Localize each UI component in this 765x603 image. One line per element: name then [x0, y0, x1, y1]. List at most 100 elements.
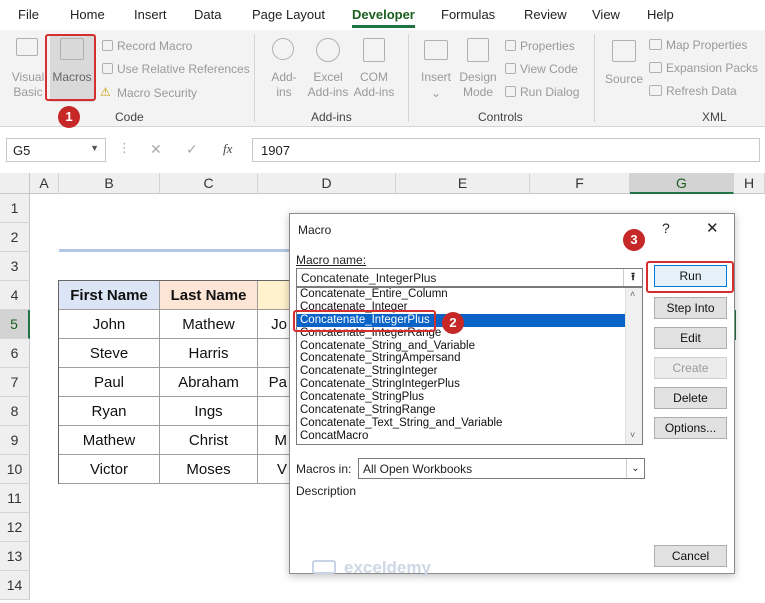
menu-data[interactable]: Data — [194, 7, 221, 22]
menu-review[interactable]: Review — [524, 7, 567, 22]
name-box[interactable]: G5 ▼ — [6, 138, 106, 162]
refresh-data-button[interactable]: Refresh Data — [666, 84, 737, 98]
com-add-ins-button[interactable]: COM Add-ins — [352, 36, 396, 102]
macro-list-item[interactable]: Concatenate_StringIntegerPlus — [297, 378, 642, 391]
insert-function-button[interactable]: fx — [223, 141, 232, 157]
column-header-d[interactable]: D — [258, 173, 396, 194]
macro-list-item[interactable]: Concatenate_Text_String_and_Variable — [297, 417, 642, 430]
chevron-down-icon[interactable]: ▼ — [90, 143, 99, 153]
menu-developer[interactable]: Developer — [352, 7, 415, 28]
row-header[interactable]: 5 — [0, 310, 30, 339]
delete-button[interactable]: Delete — [654, 387, 727, 409]
menu-formulas[interactable]: Formulas — [441, 7, 495, 22]
run-dialog-button[interactable]: Run Dialog — [520, 85, 579, 99]
row-header[interactable]: 8 — [0, 397, 30, 426]
table-header-last-name[interactable]: Last Name — [160, 281, 258, 310]
table-cell[interactable]: Moses — [160, 455, 258, 484]
table-cell[interactable]: Pa — [258, 368, 290, 397]
use-relative-references-button[interactable]: Use Relative References — [117, 62, 250, 76]
table-cell[interactable]: Steve — [59, 339, 160, 368]
row-header[interactable]: 7 — [0, 368, 30, 397]
table-cell[interactable]: Christ — [160, 426, 258, 455]
design-mode-button[interactable]: Design Mode — [456, 36, 500, 102]
row-header[interactable]: 3 — [0, 252, 30, 281]
table-header-first-name[interactable]: First Name — [59, 281, 160, 310]
table-cell[interactable]: Ings — [160, 397, 258, 426]
menu-page-layout[interactable]: Page Layout — [252, 7, 325, 22]
column-header-a[interactable]: A — [30, 173, 59, 194]
menu-home[interactable]: Home — [70, 7, 105, 22]
row-header[interactable]: 6 — [0, 339, 30, 368]
create-button[interactable]: Create — [654, 357, 727, 379]
macros-in-select[interactable]: All Open Workbooks ⌄ — [358, 458, 645, 479]
row-header[interactable]: 10 — [0, 455, 30, 484]
enter-icon[interactable]: ✓ — [186, 141, 198, 158]
macro-list-item[interactable]: ConcatMacro — [297, 430, 642, 443]
add-ins-button[interactable]: Add-ins — [264, 36, 304, 102]
table-cell[interactable]: Jo — [258, 310, 290, 339]
column-header-h[interactable]: H — [734, 173, 765, 194]
macro-security-button[interactable]: Macro Security — [117, 86, 197, 100]
close-icon[interactable]: ✕ — [706, 219, 719, 237]
table-cell[interactable]: Harris — [160, 339, 258, 368]
macro-list-item[interactable]: Concatenate_StringRange — [297, 404, 642, 417]
source-button[interactable]: Source — [602, 36, 646, 102]
options-button[interactable]: Options... — [654, 417, 727, 439]
table-cell[interactable]: Mathew — [160, 310, 258, 339]
table-cell[interactable]: V — [258, 455, 290, 484]
table-cell[interactable]: Ryan — [59, 397, 160, 426]
table-cell[interactable]: M — [258, 426, 290, 455]
insert-control-button[interactable]: Insert ⌄ — [416, 36, 456, 102]
table-cell[interactable] — [258, 397, 290, 426]
macro-name-input[interactable]: Concatenate_IntegerPlus ⭱ — [296, 268, 643, 287]
chevron-down-icon[interactable]: ⌄ — [626, 459, 644, 478]
row-header[interactable]: 4 — [0, 281, 30, 310]
menu-insert[interactable]: Insert — [134, 7, 167, 22]
visual-basic-button[interactable]: Visual Basic — [10, 36, 46, 102]
macro-list-item[interactable]: Concatenate_String_and_Variable — [297, 340, 642, 353]
menu-help[interactable]: Help — [647, 7, 674, 22]
excel-add-ins-button[interactable]: Excel Add-ins — [306, 36, 350, 102]
column-header-g[interactable]: G — [630, 173, 734, 194]
view-code-button[interactable]: View Code — [520, 62, 578, 76]
row-header[interactable]: 9 — [0, 426, 30, 455]
upload-arrow-icon[interactable]: ⭱ — [623, 269, 642, 286]
macro-list-item[interactable]: Concatenate_Entire_Column — [297, 288, 642, 301]
row-header[interactable]: 11 — [0, 484, 30, 513]
menu-view[interactable]: View — [592, 7, 620, 22]
table-header-cell[interactable] — [258, 281, 290, 310]
table-cell[interactable]: Paul — [59, 368, 160, 397]
row-header[interactable]: 14 — [0, 571, 30, 600]
macro-list-item[interactable]: Concatenate_StringPlus — [297, 391, 642, 404]
scrollbar[interactable]: ˄ ˅ — [625, 288, 642, 444]
column-header-f[interactable]: F — [530, 173, 630, 194]
select-all-corner[interactable] — [0, 173, 30, 194]
table-cell[interactable]: Mathew — [59, 426, 160, 455]
step-into-button[interactable]: Step Into — [654, 297, 727, 319]
table-cell[interactable] — [258, 339, 290, 368]
row-header[interactable]: 12 — [0, 513, 30, 542]
table-cell[interactable]: Abraham — [160, 368, 258, 397]
menu-file[interactable]: File — [18, 7, 39, 22]
record-macro-button[interactable]: Record Macro — [117, 39, 192, 53]
column-header-b[interactable]: B — [59, 173, 160, 194]
scroll-up-icon[interactable]: ˄ — [630, 289, 635, 299]
expansion-packs-button[interactable]: Expansion Packs — [666, 61, 758, 75]
macro-list-item[interactable]: Concatenate_StringInteger — [297, 365, 642, 378]
help-button[interactable]: ? — [662, 220, 670, 236]
scroll-down-icon[interactable]: ˅ — [630, 430, 635, 440]
macro-list-item[interactable]: Concatenate_StringAmpersand — [297, 352, 642, 365]
cancel-icon[interactable]: ✕ — [150, 141, 162, 158]
edit-button[interactable]: Edit — [654, 327, 727, 349]
formula-input[interactable]: 1907 — [252, 138, 760, 162]
table-cell[interactable]: Victor — [59, 455, 160, 484]
row-header[interactable]: 13 — [0, 542, 30, 571]
column-header-e[interactable]: E — [396, 173, 530, 194]
table-cell[interactable]: John — [59, 310, 160, 339]
row-header[interactable]: 1 — [0, 194, 30, 223]
cancel-button[interactable]: Cancel — [654, 545, 727, 567]
map-properties-button[interactable]: Map Properties — [666, 38, 747, 52]
row-header[interactable]: 2 — [0, 223, 30, 252]
properties-button[interactable]: Properties — [520, 39, 575, 53]
column-header-c[interactable]: C — [160, 173, 258, 194]
